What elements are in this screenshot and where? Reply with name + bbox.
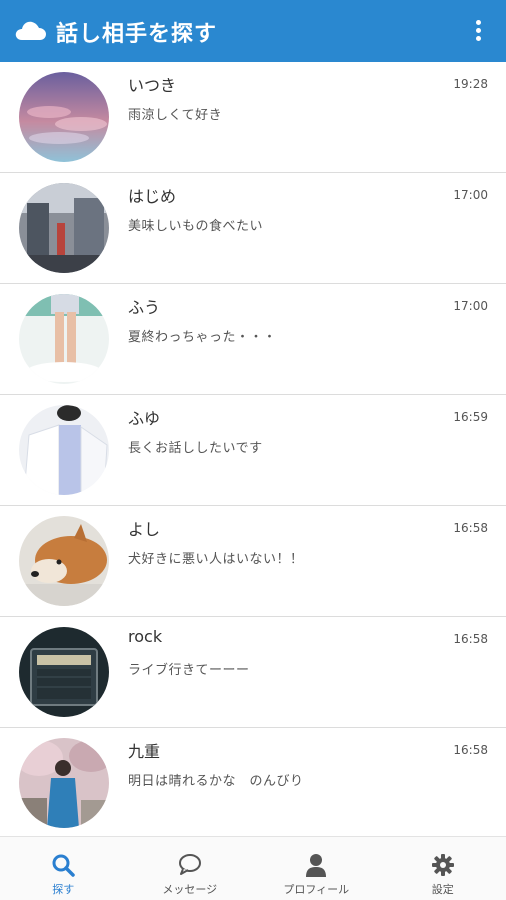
tab-label: 探す (52, 883, 75, 896)
user-name: ふゆ (128, 409, 161, 428)
tab-settings[interactable]: 設定 (380, 837, 506, 900)
user-row[interactable]: ふう 17:00 夏終わっちゃった・・・ (0, 284, 506, 395)
tab-label: プロフィール (283, 883, 350, 896)
tab-profile[interactable]: プロフィール (253, 837, 380, 900)
kebab-menu-icon[interactable] (468, 18, 488, 44)
user-name: ふう (128, 298, 161, 317)
timestamp: 16:58 (453, 632, 488, 646)
timestamp: 19:28 (453, 77, 488, 91)
user-row[interactable]: よし 16:58 犬好きに悪い人はいない！！ (0, 506, 506, 617)
user-name: rock (128, 627, 163, 646)
avatar (19, 738, 109, 828)
avatar (19, 72, 109, 162)
user-name: 九重 (128, 742, 161, 761)
chat-bubble-icon (178, 854, 201, 875)
user-row[interactable]: 九重 16:58 明日は晴れるかな のんびり (0, 728, 506, 836)
timestamp: 17:00 (453, 299, 488, 313)
page-title: 話し相手を探す (56, 22, 218, 47)
timestamp: 17:00 (453, 188, 488, 202)
timestamp: 16:58 (453, 521, 488, 535)
user-name: はじめ (128, 187, 177, 206)
timestamp: 16:59 (453, 410, 488, 424)
user-row[interactable]: ふゆ 16:59 長くお話ししたいです (0, 395, 506, 506)
timestamp: 16:58 (453, 743, 488, 757)
tab-label: 設定 (431, 883, 454, 896)
tab-label: メッセージ (162, 883, 218, 896)
user-list: いつき 19:28 雨涼しくて好き はじめ 17:00 美味しいもの食べたい ふ… (0, 62, 506, 836)
user-message: 長くお話ししたいです (128, 441, 263, 456)
user-message: 夏終わっちゃった・・・ (128, 330, 277, 345)
avatar (19, 183, 109, 273)
cloud-icon (15, 21, 46, 40)
user-name: いつき (128, 76, 177, 95)
user-row[interactable]: rock 16:58 ライブ行きてーーー (0, 617, 506, 728)
tab-search[interactable]: 探す (0, 837, 127, 900)
avatar (19, 627, 109, 717)
user-row[interactable]: いつき 19:28 雨涼しくて好き (0, 62, 506, 173)
avatar (19, 405, 109, 495)
tab-messages[interactable]: メッセージ (127, 837, 254, 900)
user-message: ライブ行きてーーー (128, 663, 250, 678)
gear-icon (431, 854, 454, 876)
user-message: 美味しいもの食べたい (128, 219, 264, 234)
avatar (19, 516, 109, 606)
app-header: 話し相手を探す (0, 0, 506, 62)
avatar (19, 294, 109, 384)
user-message: 明日は晴れるかな のんびり (128, 774, 304, 789)
bottom-tab-bar: 探す メッセージ プロフィール 設定 (0, 836, 506, 900)
user-message: 犬好きに悪い人はいない！！ (128, 552, 304, 567)
user-name: よし (128, 520, 161, 539)
user-message: 雨涼しくて好き (128, 108, 223, 123)
user-row[interactable]: はじめ 17:00 美味しいもの食べたい (0, 173, 506, 284)
person-icon (306, 854, 327, 877)
search-icon (52, 854, 75, 877)
